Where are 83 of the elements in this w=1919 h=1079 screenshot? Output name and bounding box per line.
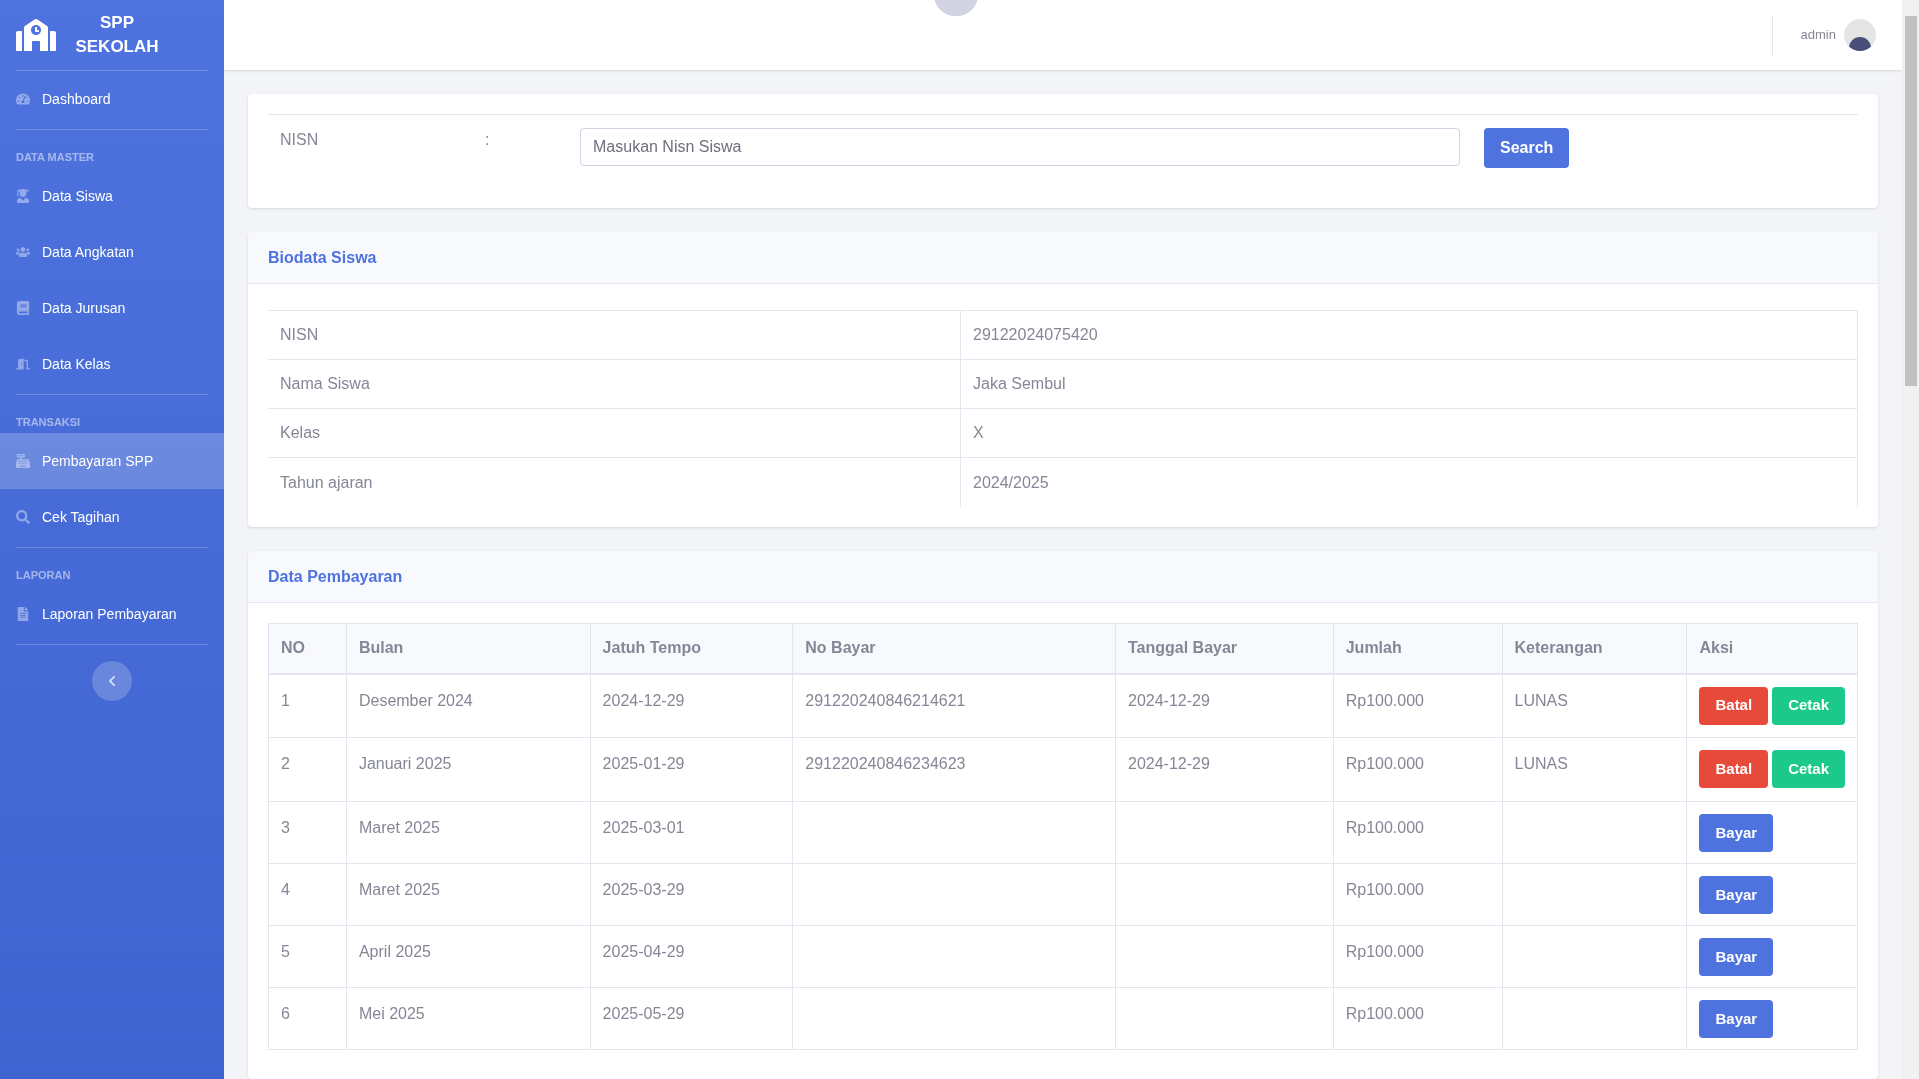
cancel-button[interactable]: Batal xyxy=(1699,750,1769,788)
table-cell: Rp100.000 xyxy=(1333,737,1503,802)
table-cell: 2024-12-29 xyxy=(590,673,793,738)
column-header: Jumlah xyxy=(1333,623,1503,674)
search-icon xyxy=(16,510,30,524)
table-cell: 2024/2025 xyxy=(961,458,1858,507)
table-cell: 2025-03-29 xyxy=(590,863,793,926)
table-cell: Rp100.000 xyxy=(1333,801,1503,864)
table-cell: 2 xyxy=(268,737,347,802)
table-cell: Nama Siswa xyxy=(268,360,961,408)
table-cell: 2025-05-29 xyxy=(590,987,793,1050)
table-cell: Rp100.000 xyxy=(1333,863,1503,926)
file-icon xyxy=(16,607,30,621)
chevron-left-icon xyxy=(106,675,118,687)
pay-button[interactable]: Bayar xyxy=(1699,876,1774,914)
table-cell: 5 xyxy=(268,925,347,988)
table-cell: 2025-01-29 xyxy=(590,737,793,802)
table-cell: Mei 2025 xyxy=(346,987,591,1050)
separator: : xyxy=(485,130,491,150)
cancel-button[interactable]: Batal xyxy=(1699,686,1769,725)
column-header: NO xyxy=(268,623,347,674)
column-header: Tanggal Bayar xyxy=(1115,623,1334,674)
sidebar-item[interactable]: Data Kelas xyxy=(0,336,224,392)
column-header: Jatuh Tempo xyxy=(590,623,793,674)
table-cell: 29122024075420 xyxy=(961,311,1858,359)
sidebar-item[interactable]: Cek Tagihan xyxy=(0,489,224,545)
brand-title: SPP SEKOLAH xyxy=(74,12,160,58)
table-cell: Januari 2025 xyxy=(346,737,591,802)
collapse-sidebar-button[interactable] xyxy=(92,661,132,701)
book-icon xyxy=(16,301,30,315)
table-cell: 2025-03-01 xyxy=(590,801,793,864)
table-cell: 291220240846214621 xyxy=(792,673,1116,738)
pay-button[interactable]: Bayar xyxy=(1699,1000,1774,1038)
avatar[interactable] xyxy=(1844,19,1876,51)
table-cell: 3 xyxy=(268,801,347,864)
table-cell: 6 xyxy=(268,987,347,1050)
card-title: Data Pembayaran xyxy=(268,566,403,587)
column-header: Bulan xyxy=(346,623,591,674)
users-icon xyxy=(16,245,30,259)
sidebar-item[interactable]: Data Jurusan xyxy=(0,280,224,336)
table-cell: 291220240846234623 xyxy=(792,737,1116,802)
column-header: Keterangan xyxy=(1502,623,1687,674)
table-cell: Jaka Sembul xyxy=(961,360,1858,408)
column-header: Aksi xyxy=(1686,623,1858,674)
table-cell: 2024-12-29 xyxy=(1115,737,1334,802)
sidebar-item[interactable]: Data Angkatan xyxy=(0,224,224,280)
table-cell: April 2025 xyxy=(346,925,591,988)
table-cell: X xyxy=(961,409,1858,457)
pay-button[interactable]: Bayar xyxy=(1699,938,1774,976)
sidebar-heading: TRANSAKSI xyxy=(16,416,81,428)
pay-button[interactable]: Bayar xyxy=(1699,814,1774,852)
sidebar-item[interactable]: Pembayaran SPP xyxy=(0,433,224,489)
table-cell: Maret 2025 xyxy=(346,863,591,926)
door-icon xyxy=(16,357,30,371)
sidebar-item[interactable]: Data Siswa xyxy=(0,168,224,224)
gauge-icon xyxy=(16,92,30,106)
cash-register-icon xyxy=(16,454,30,468)
table-cell: LUNAS xyxy=(1502,673,1687,738)
table-cell: 2025-04-29 xyxy=(590,925,793,988)
scrollbar[interactable] xyxy=(1902,0,1919,1079)
field-label: NISN xyxy=(279,130,320,150)
table-cell: 2024-12-29 xyxy=(1115,673,1334,738)
table-cell: NISN xyxy=(268,311,961,359)
table-cell: Rp100.000 xyxy=(1333,987,1503,1050)
student-icon xyxy=(16,189,30,203)
table-cell: Desember 2024 xyxy=(346,673,591,738)
table-cell: 4 xyxy=(268,863,347,926)
table-cell: Rp100.000 xyxy=(1333,673,1503,738)
nisn-input-field[interactable]: Masukan Nisn Siswa xyxy=(580,128,1460,166)
table-cell: Kelas xyxy=(268,409,961,457)
sidebar-heading: LAPORAN xyxy=(16,569,71,581)
sidebar-heading: DATA MASTER xyxy=(16,151,94,163)
table-cell: Tahun ajaran xyxy=(268,458,961,507)
search-button[interactable]: Search xyxy=(1484,128,1570,168)
table-cell: 1 xyxy=(268,673,347,738)
user-name[interactable]: admin xyxy=(1800,25,1836,45)
column-header: No Bayar xyxy=(792,623,1116,674)
sidebar-item[interactable]: Laporan Pembayaran xyxy=(0,586,224,642)
sidebar-item[interactable]: Dashboard xyxy=(0,71,224,127)
table-cell: LUNAS xyxy=(1502,737,1687,802)
table-cell: Maret 2025 xyxy=(346,801,591,864)
card-title: Biodata Siswa xyxy=(268,247,377,268)
table-cell: Rp100.000 xyxy=(1333,925,1503,988)
